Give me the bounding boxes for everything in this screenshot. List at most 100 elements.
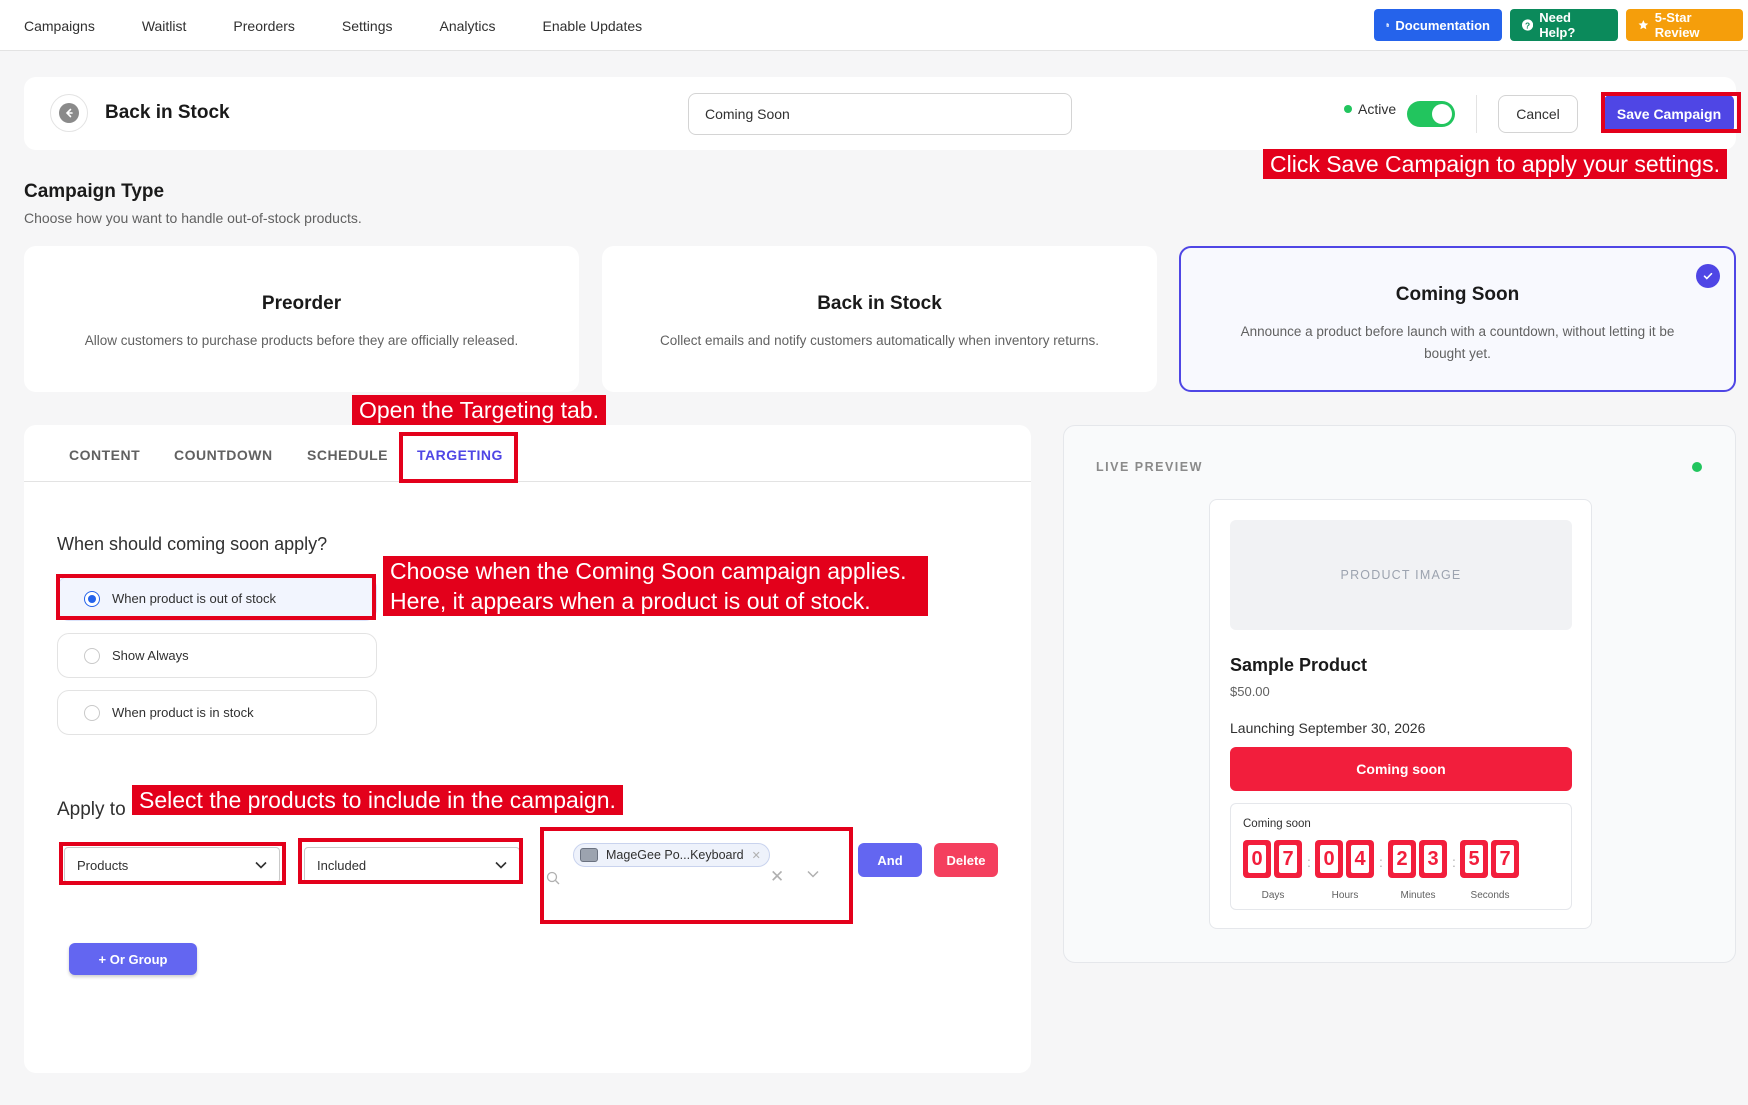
type-card-desc: Collect emails and notify customers auto… <box>660 333 1099 348</box>
delete-button[interactable]: Delete <box>934 843 998 877</box>
countdown-label: Coming soon <box>1243 818 1311 830</box>
top-nav: Campaigns Waitlist Preorders Settings An… <box>0 0 1748 51</box>
save-campaign-button[interactable]: Save Campaign <box>1604 95 1734 133</box>
product-tag[interactable]: MageGee Po...Keyboard ✕ <box>573 843 770 867</box>
countdown-timer: Coming soon 0 7 : 0 4 : 2 3 : 5 7 Days H… <box>1230 803 1572 910</box>
arrow-left-icon <box>59 103 79 123</box>
callout-line: Here, it appears when a product is out o… <box>390 588 871 614</box>
countdown-separator: : <box>1452 854 1456 870</box>
product-multiselect[interactable]: MageGee Po...Keyboard ✕ ✕ <box>544 833 850 927</box>
document-icon <box>1386 23 1389 27</box>
tab-countdown[interactable]: COUNTDOWN <box>174 447 273 463</box>
nav-link-analytics[interactable]: Analytics <box>439 18 495 34</box>
need-help-button[interactable]: ? Need Help? <box>1510 9 1618 41</box>
settings-panel: CONTENT COUNTDOWN SCHEDULE TARGETING Whe… <box>24 425 1031 1073</box>
option-out-of-stock[interactable]: When product is out of stock <box>57 576 377 621</box>
product-price: $50.00 <box>1230 684 1270 699</box>
campaign-type-subtitle: Choose how you want to handle out-of-sto… <box>24 210 362 226</box>
countdown-minutes: 2 3 <box>1388 840 1447 878</box>
search-icon <box>546 871 560 885</box>
documentation-label: Documentation <box>1395 17 1490 33</box>
product-preview-card: PRODUCT IMAGE Sample Product $50.00 Laun… <box>1209 499 1592 929</box>
status-indicator: Active <box>1344 101 1396 117</box>
option-in-stock[interactable]: When product is in stock <box>57 690 377 735</box>
countdown-digit: 3 <box>1419 840 1447 878</box>
campaign-header: Back in Stock Active Cancel Save Campaig… <box>24 77 1736 150</box>
need-help-label: Need Help? <box>1539 10 1576 40</box>
countdown-digit: 5 <box>1460 840 1488 878</box>
callout-products: Select the products to include in the ca… <box>132 785 623 815</box>
status-dot <box>1344 105 1352 113</box>
nav-link-preorders[interactable]: Preorders <box>233 18 294 34</box>
countdown-digit: 0 <box>1315 840 1343 878</box>
clear-icon[interactable]: ✕ <box>770 867 784 887</box>
product-image-placeholder: PRODUCT IMAGE <box>1230 520 1572 630</box>
radio-selected <box>84 590 100 607</box>
type-card-preorder[interactable]: Preorder Allow customers to purchase pro… <box>24 246 579 392</box>
nav-link-waitlist[interactable]: Waitlist <box>142 18 187 34</box>
radio-unselected <box>84 704 100 721</box>
or-group-button[interactable]: + Or Group <box>69 943 197 975</box>
countdown-hours: 0 4 <box>1315 840 1374 878</box>
chevron-down-icon <box>495 861 507 869</box>
star-icon <box>1638 20 1649 30</box>
condition-select[interactable]: Included <box>304 847 520 883</box>
live-preview-label: LIVE PREVIEW <box>1096 460 1203 474</box>
countdown-separator: : <box>1307 854 1311 870</box>
select-value: Products <box>77 857 129 873</box>
apply-type-select[interactable]: Products <box>64 847 280 883</box>
product-thumbnail <box>580 848 598 862</box>
countdown-digit: 7 <box>1491 840 1519 878</box>
type-card-desc: Announce a product before launch with a … <box>1240 324 1675 361</box>
countdown-unit: Minutes <box>1400 890 1436 901</box>
remove-tag-icon[interactable]: ✕ <box>752 849 761 862</box>
type-card-desc: Allow customers to purchase products bef… <box>84 333 519 348</box>
nav-links: Campaigns Waitlist Preorders Settings An… <box>24 0 689 51</box>
chevron-down-icon[interactable] <box>807 870 819 878</box>
toggle-knob <box>1432 104 1452 124</box>
option-label: When product is in stock <box>112 705 254 720</box>
type-card-title: Preorder <box>261 293 342 314</box>
live-preview-panel: LIVE PREVIEW PRODUCT IMAGE Sample Produc… <box>1063 425 1736 963</box>
campaign-name-input[interactable] <box>688 93 1072 135</box>
apply-to-title: Apply to <box>57 799 126 820</box>
tab-schedule[interactable]: SCHEDULE <box>307 447 388 463</box>
check-icon <box>1696 264 1720 288</box>
type-card-back-in-stock[interactable]: Back in Stock Collect emails and notify … <box>602 246 1157 392</box>
countdown-unit: Hours <box>1331 890 1359 901</box>
radio-unselected <box>84 647 100 664</box>
question-icon: ? <box>1522 19 1534 31</box>
countdown-seconds: 5 7 <box>1460 840 1519 878</box>
callout-targeting-tab: Open the Targeting tab. <box>352 395 606 425</box>
select-value: Included <box>317 857 367 873</box>
cancel-button[interactable]: Cancel <box>1498 95 1578 133</box>
svg-text:?: ? <box>1525 20 1530 30</box>
option-label: When product is out of stock <box>112 591 277 606</box>
nav-link-enable-updates[interactable]: Enable Updates <box>543 18 643 34</box>
countdown-digit: 4 <box>1346 840 1374 878</box>
coming-soon-button: Coming soon <box>1230 747 1572 791</box>
nav-link-campaigns[interactable]: Campaigns <box>24 18 95 34</box>
nav-buttons: Documentation ? Need Help? 5-Star Review <box>1374 9 1743 41</box>
type-card-title: Back in Stock <box>817 293 942 314</box>
active-toggle[interactable] <box>1407 101 1455 127</box>
tab-content[interactable]: CONTENT <box>69 447 140 463</box>
and-button[interactable]: And <box>858 843 922 877</box>
option-show-always[interactable]: Show Always <box>57 633 377 678</box>
back-button[interactable] <box>50 94 88 132</box>
countdown-digit: 7 <box>1274 840 1302 878</box>
type-card-title: Coming Soon <box>1395 284 1520 305</box>
apply-condition-question: When should coming soon apply? <box>57 534 328 554</box>
product-name: Sample Product <box>1230 655 1368 675</box>
review-label: 5-Star Review <box>1654 10 1700 40</box>
review-button[interactable]: 5-Star Review <box>1626 9 1743 41</box>
callout-when-applies: Choose when the Coming Soon campaign app… <box>383 556 928 616</box>
tab-targeting[interactable]: TARGETING <box>417 447 503 463</box>
type-card-coming-soon[interactable]: Coming Soon Announce a product before la… <box>1179 246 1736 392</box>
nav-link-settings[interactable]: Settings <box>342 18 393 34</box>
divider <box>1476 95 1477 133</box>
callout-save: Click Save Campaign to apply your settin… <box>1263 149 1727 179</box>
documentation-button[interactable]: Documentation <box>1374 9 1502 41</box>
page-title: Back in Stock <box>105 102 230 123</box>
countdown-digit: 2 <box>1388 840 1416 878</box>
